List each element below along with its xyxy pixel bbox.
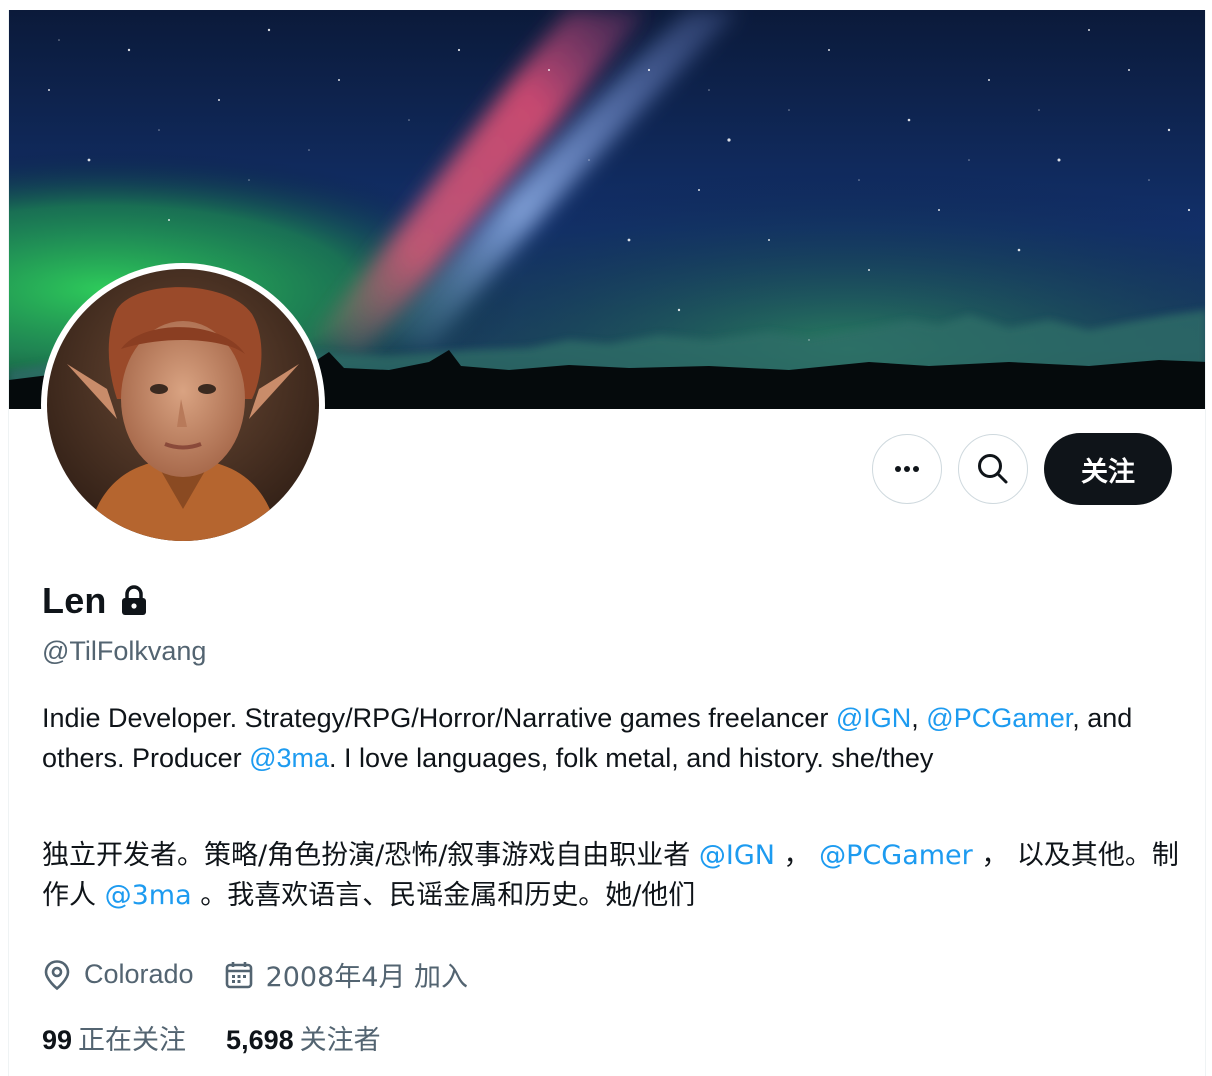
- following-label: 正在关注: [78, 1025, 187, 1056]
- lock-icon: [121, 585, 146, 615]
- mention-ign[interactable]: @IGN: [699, 840, 775, 871]
- bio-text: ,: [911, 703, 927, 733]
- search-icon: [978, 454, 1008, 484]
- following-link[interactable]: 99 正在关注: [42, 1018, 186, 1057]
- follow-stats: 99 正在关注 5,698 关注者: [42, 1018, 421, 1057]
- mention-ign[interactable]: @IGN: [836, 703, 911, 733]
- avatar[interactable]: [41, 263, 325, 547]
- following-count: 99: [42, 1025, 73, 1055]
- joined-text: 2008年4月 加入: [265, 962, 469, 993]
- followers-link[interactable]: 5,698 关注者: [226, 1018, 381, 1057]
- name-row: Len: [42, 580, 149, 622]
- location-text: Colorado: [84, 959, 194, 989]
- follow-button[interactable]: 关注: [1044, 433, 1172, 505]
- profile-actions: 关注: [872, 433, 1172, 505]
- display-name: Len: [42, 580, 107, 621]
- bio-text: . I love languages, folk metal, and hist…: [329, 743, 934, 773]
- profile-card: 关注 Len @TilFolkvang Indie Developer. Str…: [8, 10, 1206, 1076]
- calendar-icon: [225, 961, 252, 988]
- avatar-image: [47, 269, 319, 541]
- user-handle: @TilFolkvang: [42, 636, 207, 666]
- search-button[interactable]: [958, 434, 1028, 504]
- location-icon: [44, 959, 70, 990]
- mention-pcgamer[interactable]: @PCGamer: [926, 703, 1072, 733]
- bio-text: 。我喜欢语言、民谣金属和历史。她/他们: [191, 880, 696, 911]
- mention-3ma[interactable]: @3ma: [105, 880, 192, 911]
- more-icon: [895, 466, 919, 472]
- bio-english: Indie Developer. Strategy/RPG/Horror/Nar…: [42, 698, 1182, 778]
- joined-item: 2008年4月 加入: [224, 955, 468, 994]
- mention-pcgamer[interactable]: @PCGamer: [819, 840, 973, 871]
- mention-3ma[interactable]: @3ma: [249, 743, 329, 773]
- more-button[interactable]: [872, 434, 942, 504]
- bio-text: 独立开发者。策略/角色扮演/恐怖/叙事游戏自由职业者: [42, 840, 699, 871]
- bio-chinese: 独立开发者。策略/角色扮演/恐怖/叙事游戏自由职业者 @IGN ， @PCGam…: [42, 836, 1182, 916]
- bio-text: Indie Developer. Strategy/RPG/Horror/Nar…: [42, 703, 836, 733]
- location-item: Colorado: [42, 959, 194, 991]
- followers-label: 关注者: [299, 1025, 381, 1056]
- followers-count: 5,698: [226, 1025, 294, 1055]
- bio-text: ，: [774, 840, 820, 871]
- profile-meta: Colorado 2008年4月 加入: [42, 955, 498, 994]
